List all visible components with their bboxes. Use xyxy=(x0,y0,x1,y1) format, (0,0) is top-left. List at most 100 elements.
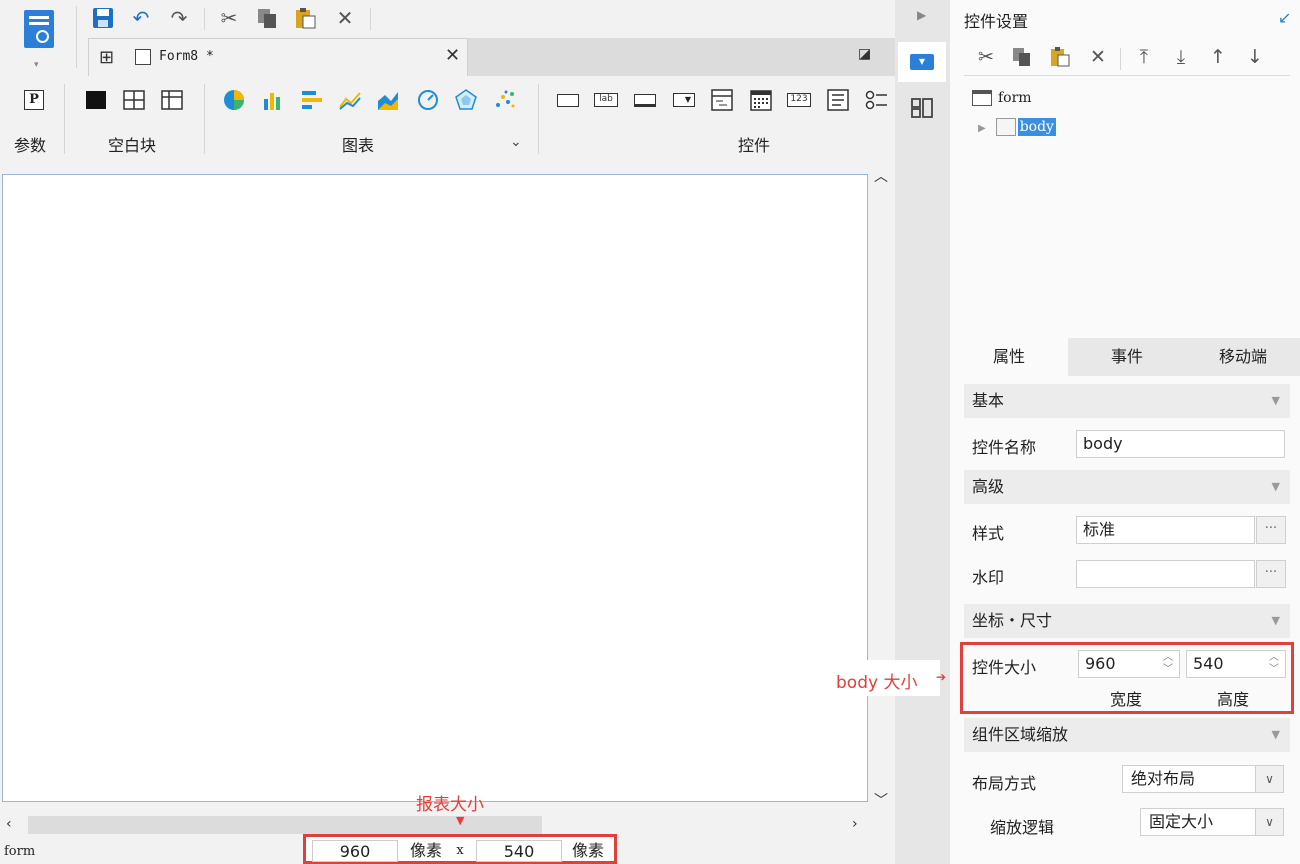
widget-settings-toggle[interactable]: ▼ xyxy=(898,42,946,82)
dropdown-tree-widget-icon[interactable] xyxy=(710,88,734,112)
label-widget-icon[interactable]: lab xyxy=(594,88,618,112)
button-widget-icon[interactable] xyxy=(556,88,580,112)
expand-arrow-icon[interactable]: ▶ xyxy=(978,123,986,134)
section-coord-size[interactable]: 坐标・尺寸 ▼ xyxy=(964,604,1290,638)
divider xyxy=(538,84,539,154)
report-height-input[interactable]: 540 xyxy=(476,840,562,862)
tab-form8[interactable]: ⊞ Form8 * ✕ xyxy=(88,38,468,76)
divider xyxy=(204,84,205,154)
scroll-right-icon[interactable]: › xyxy=(852,816,858,832)
pie-chart-icon[interactable] xyxy=(222,88,246,112)
chevron-down-icon[interactable]: ⌄ xyxy=(510,134,522,150)
group-label-chart: 图表 xyxy=(342,136,375,155)
horizontal-bar-icon[interactable] xyxy=(299,88,323,112)
style-label: 样式 xyxy=(972,524,1005,543)
undo-icon[interactable]: ↶ xyxy=(128,6,154,30)
spinner-arrows-icon[interactable]: ︿ ﹀ xyxy=(1157,651,1179,679)
move-up-icon[interactable]: ↑ xyxy=(1206,46,1230,72)
scale-select[interactable]: 固定大小 ∨ xyxy=(1140,808,1284,836)
tab-mobile[interactable]: 移动端 xyxy=(1184,338,1300,376)
number-widget-icon[interactable]: 123 xyxy=(787,88,811,112)
style-input[interactable]: 标准 xyxy=(1076,516,1255,544)
tree-node-body[interactable]: ▶ body xyxy=(978,118,1056,136)
section-advanced[interactable]: 高级 ▼ xyxy=(964,470,1290,504)
blank-block-table-icon[interactable] xyxy=(160,88,184,112)
close-tab-icon[interactable]: ✕ xyxy=(445,45,460,66)
paste-icon[interactable] xyxy=(292,6,318,30)
tab-events[interactable]: 事件 xyxy=(1068,338,1186,376)
collapse-ribbon-icon[interactable]: ◪ xyxy=(858,46,871,62)
callout-arrow-icon: ➔ xyxy=(936,670,947,684)
blank-block-dark-icon[interactable] xyxy=(84,88,108,112)
copy-icon[interactable] xyxy=(1010,46,1034,72)
panel-title: 控件设置 xyxy=(964,12,1029,31)
scroll-up-icon[interactable]: ︿ xyxy=(874,166,888,186)
paste-icon[interactable] xyxy=(1048,46,1072,72)
report-canvas[interactable] xyxy=(2,174,868,802)
dropdown-widget-icon[interactable]: ▼ xyxy=(672,88,696,112)
group-label-blank-block: 空白块 xyxy=(108,136,157,155)
divider xyxy=(204,8,205,30)
tree-node-label-selected: body xyxy=(1017,118,1056,136)
save-icon[interactable] xyxy=(90,6,116,30)
divider xyxy=(76,6,77,68)
layout-panel-icon[interactable] xyxy=(910,96,934,124)
status-form-label: form xyxy=(4,844,36,859)
copy-icon[interactable] xyxy=(254,6,280,30)
move-top-icon[interactable]: ⤒ xyxy=(1132,46,1156,72)
vertical-scrollbar[interactable]: ︿ ﹀ xyxy=(870,164,894,814)
radio-group-widget-icon[interactable] xyxy=(864,88,888,112)
layout-select[interactable]: 绝对布局 ∨ xyxy=(1122,765,1284,793)
date-widget-icon[interactable] xyxy=(749,88,773,112)
callout-arrow-icon: ▼ xyxy=(456,814,465,827)
spinner-arrows-icon[interactable]: ︿ ﹀ xyxy=(1263,651,1285,679)
widget-name-input[interactable]: body xyxy=(1076,430,1285,458)
bar-chart-icon[interactable] xyxy=(261,88,285,112)
watermark-input[interactable] xyxy=(1076,560,1255,588)
cut-icon[interactable]: ✂ xyxy=(216,6,242,30)
scatter-chart-icon[interactable] xyxy=(493,88,517,112)
style-more-button[interactable]: ··· xyxy=(1256,516,1286,544)
section-basic[interactable]: 基本 ▼ xyxy=(964,384,1290,418)
width-spinner[interactable]: 960 ︿ ﹀ xyxy=(1078,650,1180,678)
blank-block-split-icon[interactable] xyxy=(122,88,146,112)
move-bottom-icon[interactable]: ⤓ xyxy=(1169,46,1193,72)
unit-label: 像素 xyxy=(571,841,604,860)
text-input-widget-icon[interactable] xyxy=(633,88,657,112)
report-width-input[interactable]: 960 xyxy=(312,840,398,862)
line-chart-icon[interactable] xyxy=(338,88,362,112)
tab-properties[interactable]: 属性 xyxy=(950,338,1068,376)
form-icon xyxy=(135,49,151,65)
width-value: 960 xyxy=(1085,654,1116,673)
chevron-down-icon: ▼ xyxy=(1271,614,1280,627)
redo-icon[interactable]: ↷ xyxy=(166,6,192,30)
tree-node-form[interactable]: form xyxy=(972,90,1032,106)
group-label-widget: 控件 xyxy=(738,136,771,155)
watermark-more-button[interactable]: ··· xyxy=(1256,560,1286,588)
move-down-icon[interactable]: ↓ xyxy=(1243,46,1267,72)
report-size-box: 960 像素 x 540 像素 xyxy=(303,834,617,864)
app-menu-button[interactable]: ▾ xyxy=(14,6,64,72)
text-area-widget-icon[interactable] xyxy=(826,88,850,112)
parameter-icon[interactable]: P xyxy=(22,88,46,112)
height-value: 540 xyxy=(1193,654,1224,673)
report-file-icon xyxy=(24,10,54,48)
radar-chart-icon[interactable] xyxy=(454,88,478,112)
cut-icon[interactable]: ✂ xyxy=(974,46,998,72)
expand-right-icon[interactable]: ▶ xyxy=(917,8,926,22)
scroll-left-icon[interactable]: ‹ xyxy=(6,816,12,832)
scrollbar-thumb[interactable] xyxy=(28,816,542,834)
form-icon xyxy=(972,90,992,106)
horizontal-scrollbar[interactable]: ‹ › xyxy=(0,814,870,836)
delete-icon[interactable]: ✕ xyxy=(1086,46,1110,72)
section-zoom[interactable]: 组件区域缩放 ▼ xyxy=(964,718,1290,752)
dock-icon[interactable]: ↙ xyxy=(1278,8,1291,27)
side-switcher: ▶ xyxy=(895,0,950,864)
scroll-down-icon[interactable]: ﹀ xyxy=(874,790,888,810)
height-caption: 高度 xyxy=(1217,690,1250,709)
unit-label: 像素 xyxy=(409,841,442,860)
area-chart-icon[interactable] xyxy=(376,88,400,112)
delete-icon[interactable]: ✕ xyxy=(332,6,358,30)
height-spinner[interactable]: 540 ︿ ﹀ xyxy=(1186,650,1286,678)
gauge-chart-icon[interactable] xyxy=(416,88,440,112)
